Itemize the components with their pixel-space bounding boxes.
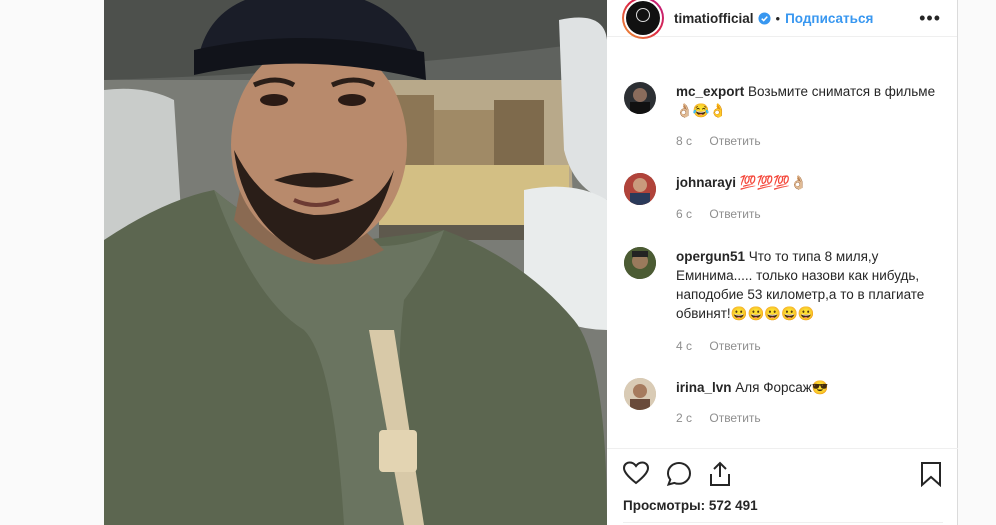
reply-button[interactable]: Ответить (709, 411, 760, 425)
header-separator: • (775, 10, 781, 26)
comment-body: irina_lvn Аля Форсаж😎 (676, 378, 936, 397)
commenter-avatar[interactable] (624, 378, 656, 410)
comment-username[interactable]: opergun51 (676, 249, 745, 264)
comment-username[interactable]: irina_lvn (676, 380, 732, 395)
reply-button[interactable]: Ответить (709, 207, 760, 221)
left-gutter (0, 0, 104, 525)
comment-username[interactable]: mc_export (676, 84, 744, 99)
divider (623, 522, 943, 523)
video-frame (104, 0, 607, 525)
comment-meta: 8 с Ответить (676, 134, 775, 148)
verified-badge-icon (757, 11, 771, 25)
comment-body: johnarayi 💯💯💯👌🏼 (676, 173, 936, 192)
comment-meta: 2 с Ответить (676, 411, 775, 425)
comment-time: 8 с (676, 134, 693, 148)
post-actions-bar (607, 448, 958, 498)
comment-text: Аля Форсаж😎 (735, 380, 829, 395)
view-count: Просмотры: 572 491 (623, 498, 758, 513)
comment-time: 2 с (676, 411, 693, 425)
commenter-avatar[interactable] (624, 82, 656, 114)
share-icon[interactable] (708, 461, 732, 487)
comment-username[interactable]: johnarayi (676, 175, 736, 190)
comment-meta: 4 с Ответить (676, 339, 775, 353)
author-avatar[interactable] (622, 0, 664, 39)
post-side-panel: timatiofficial • Подписаться ••• mc_expo… (607, 0, 958, 525)
more-options-icon[interactable]: ••• (919, 8, 941, 29)
bookmark-icon[interactable] (920, 461, 942, 487)
right-gutter (958, 0, 996, 525)
post-header: timatiofficial • Подписаться ••• (607, 0, 957, 39)
comment-time: 6 с (676, 207, 693, 221)
comment-time: 4 с (676, 339, 693, 353)
comment-body: opergun51 Что то типа 8 миля,у Еминима..… (676, 247, 936, 323)
reply-button[interactable]: Ответить (709, 134, 760, 148)
heart-icon[interactable] (623, 461, 649, 485)
reply-button[interactable]: Ответить (709, 339, 760, 353)
commenter-avatar[interactable] (624, 173, 656, 205)
comment-meta: 6 с Ответить (676, 207, 775, 221)
comment-icon[interactable] (666, 461, 692, 487)
comment-text: 💯💯💯👌🏼 (739, 175, 808, 190)
commenter-avatar[interactable] (624, 247, 656, 279)
author-username[interactable]: timatiofficial (674, 11, 754, 26)
follow-button[interactable]: Подписаться (785, 11, 873, 26)
video-player[interactable] (104, 0, 607, 525)
comment-body: mc_export Возьмите сниматся в фильме 👌🏼😂… (676, 82, 936, 120)
